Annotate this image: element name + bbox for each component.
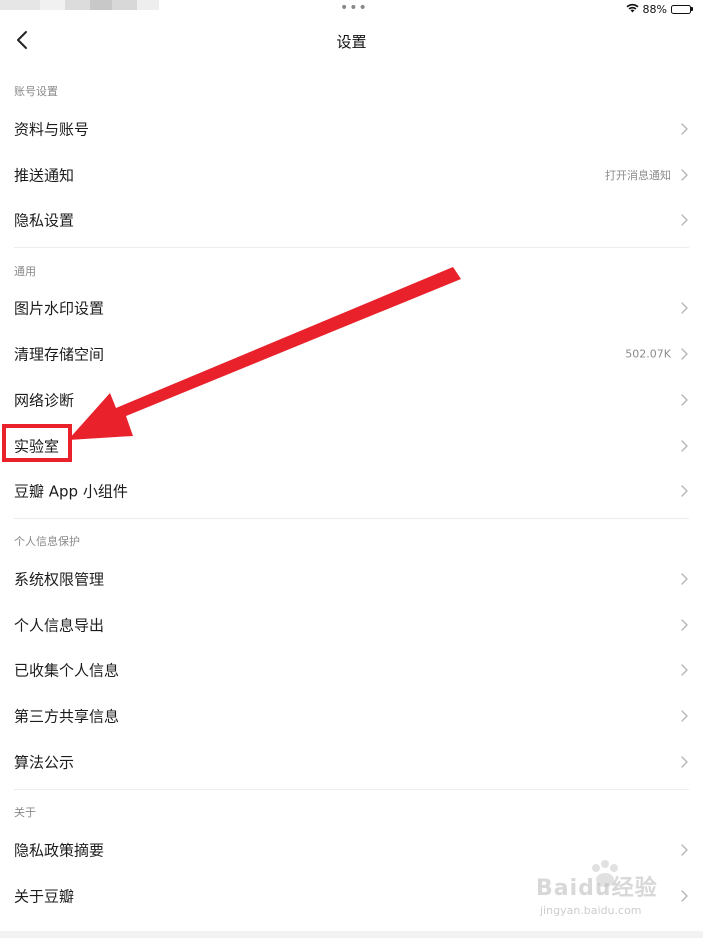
chevron-right-icon [681,756,688,768]
settings-row[interactable]: 个人信息导出 [0,603,703,647]
chevron-right-icon [681,169,688,181]
settings-row-label: 图片水印设置 [14,299,105,318]
bottom-edge [0,931,703,938]
settings-row-label: 推送通知 [14,166,75,185]
settings-row-label: 清理存储空间 [14,345,105,364]
settings-row-label: 资料与账号 [14,120,90,139]
page-title: 设置 [336,33,367,51]
settings-row-label: 隐私政策摘要 [14,841,105,860]
watermark-url: jingyan.baidu.com [540,904,642,917]
settings-row-label: 个人信息导出 [14,616,105,635]
settings-row[interactable]: 资料与账号 [0,107,703,151]
settings-row[interactable]: 网络诊断 [0,378,703,422]
blurred-carrier-info [0,0,40,10]
chevron-right-icon [681,485,688,497]
battery-icon [671,4,693,14]
status-bar: ••• 88% [0,0,703,20]
settings-row[interactable]: 实验室 [0,424,703,468]
chevron-right-icon [681,348,688,360]
blurred-carrier-info [90,0,112,10]
chevron-right-icon [681,710,688,722]
section-divider [14,789,689,790]
chevron-right-icon [681,123,688,135]
settings-row-label: 系统权限管理 [14,570,105,589]
chevron-right-icon [681,214,688,226]
battery-percent: 88% [642,2,667,16]
section-header: 通用 [14,265,36,278]
blurred-carrier-info [65,0,90,10]
blurred-carrier-info [112,0,137,10]
chevron-right-icon [681,619,688,631]
highlight-box [2,424,72,462]
chevron-right-icon [681,664,688,676]
settings-row-label: 第三方共享信息 [14,707,120,726]
section-header: 账号设置 [14,85,58,98]
settings-row-detail: 打开消息通知 [605,169,671,182]
settings-row[interactable]: 隐私设置 [0,198,703,242]
section-divider [14,247,689,248]
blurred-carrier-info [137,0,159,10]
settings-row[interactable]: 已收集个人信息 [0,648,703,692]
chevron-right-icon [681,302,688,314]
settings-row[interactable]: 第三方共享信息 [0,694,703,738]
section-divider [14,518,689,519]
settings-row[interactable]: 算法公示 [0,740,703,784]
settings-row-label: 豆瓣 App 小组件 [14,482,128,501]
settings-row[interactable]: 系统权限管理 [0,557,703,601]
multitasking-dots[interactable]: ••• [340,0,368,16]
settings-row[interactable]: 豆瓣 App 小组件 [0,469,703,513]
settings-row-label: 已收集个人信息 [14,661,120,680]
settings-row[interactable]: 清理存储空间 502.07K [0,332,703,376]
settings-row-label: 网络诊断 [14,391,75,410]
settings-row[interactable]: 图片水印设置 [0,286,703,330]
wifi-icon [626,3,639,16]
settings-row-label: 算法公示 [14,753,75,772]
section-header: 个人信息保护 [14,535,80,548]
settings-row-label: 隐私设置 [14,211,75,230]
status-indicators: 88% [626,2,693,16]
settings-row[interactable]: 推送通知 打开消息通知 [0,153,703,197]
settings-row-label: 关于豆瓣 [14,887,75,906]
settings-row-detail: 502.07K [625,347,671,361]
section-header: 关于 [14,806,36,819]
chevron-right-icon [681,440,688,452]
blurred-carrier-info [40,0,65,10]
navigation-bar: 设置 [0,20,703,64]
chevron-right-icon [681,844,688,856]
chevron-right-icon [681,394,688,406]
watermark-brand: Baidu经验 [536,876,658,901]
baidu-watermark: Baidu经验 jingyan.baidu.com [536,860,696,930]
chevron-right-icon [681,573,688,585]
